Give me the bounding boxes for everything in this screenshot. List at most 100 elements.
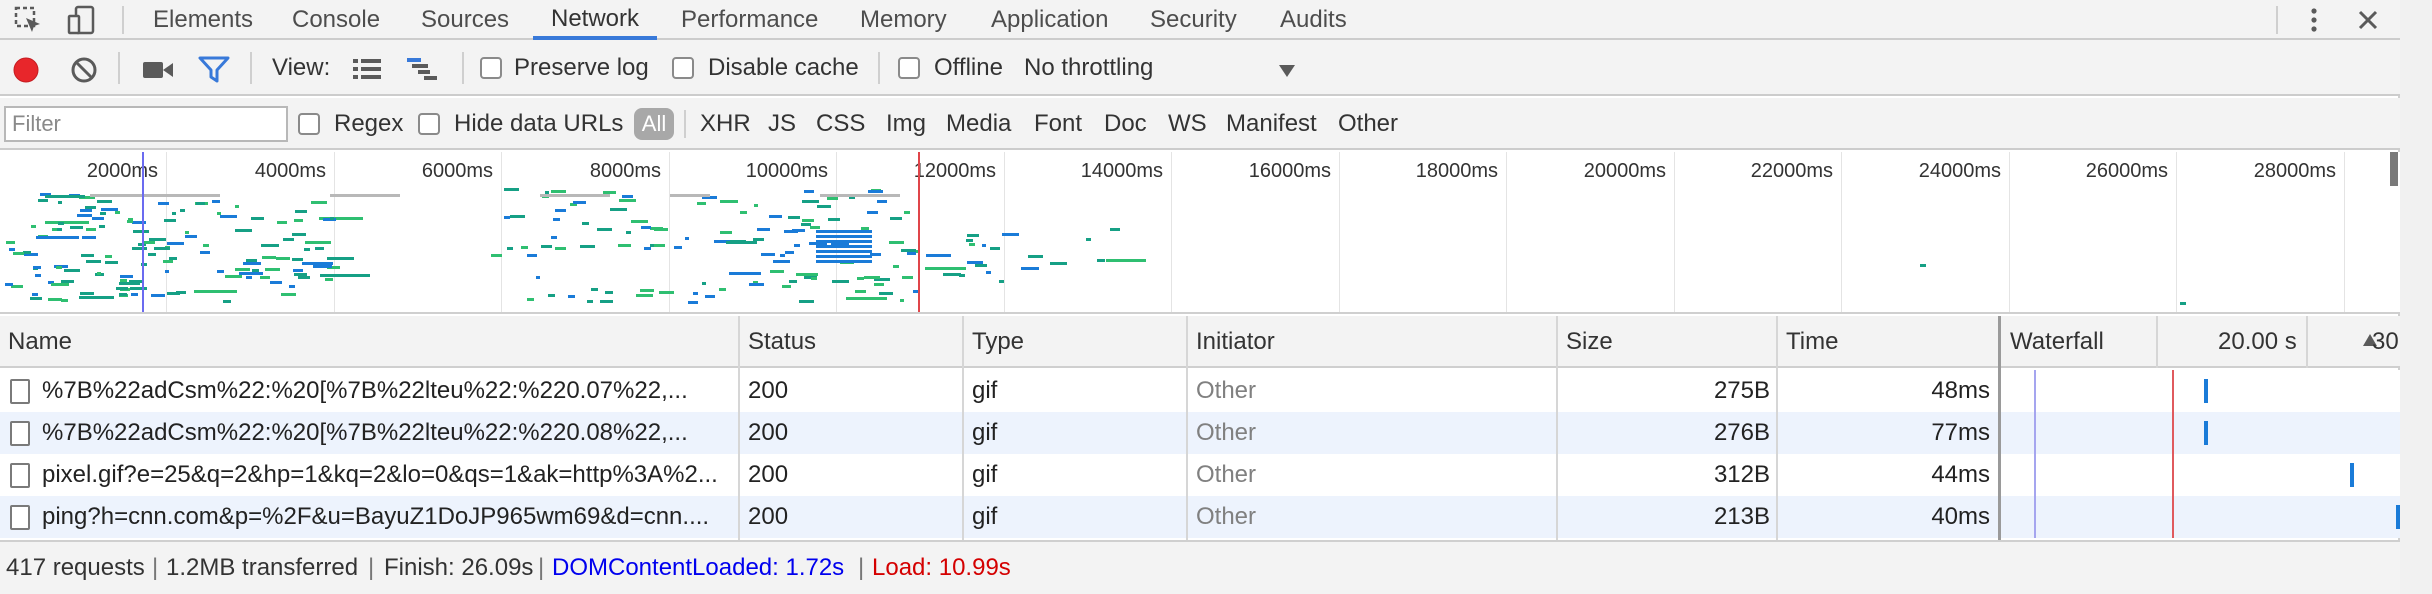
close-icon[interactable] — [2352, 4, 2384, 36]
filter-type-font[interactable]: Font — [1034, 108, 1082, 140]
overview-request-bar — [294, 219, 303, 222]
overview-request-bar — [2180, 302, 2186, 305]
large-rows-icon[interactable] — [352, 56, 382, 82]
more-options-icon[interactable] — [2298, 4, 2330, 36]
tab-network[interactable]: Network — [533, 0, 658, 40]
overview-tick-label: 20000ms — [1583, 160, 1666, 182]
overview-request-bar — [196, 202, 205, 205]
overview-request-bar — [893, 265, 899, 268]
record-icon[interactable] — [12, 56, 40, 84]
filter-icon[interactable] — [198, 56, 230, 84]
filter-type-all[interactable]: All — [634, 108, 674, 140]
request-type: gif — [972, 503, 998, 530]
request-status: 200 — [748, 419, 789, 446]
overview-request-bar — [80, 209, 92, 212]
divider — [462, 52, 464, 84]
tab-security[interactable]: Security — [1132, 0, 1255, 40]
filter-input[interactable] — [4, 106, 288, 142]
overview-request-bar — [548, 294, 555, 297]
filter-type-js[interactable]: JS — [768, 108, 796, 140]
filter-type-manifest[interactable]: Manifest — [1226, 108, 1317, 140]
hide-data-urls-checkbox[interactable] — [418, 113, 440, 135]
overview-request-bar — [816, 245, 872, 248]
regex-checkbox[interactable] — [298, 113, 320, 135]
network-overview-timeline[interactable]: 2000ms 4000ms 6000ms 8000ms 10000ms 12000ms 14… — [0, 152, 2400, 314]
overview-grid-line — [1339, 152, 1340, 312]
disable-cache-checkbox[interactable] — [672, 57, 694, 79]
overview-request-bar — [926, 254, 951, 257]
tab-elements[interactable]: Elements — [135, 0, 271, 40]
overview-request-bar — [685, 237, 689, 240]
divider: | — [858, 554, 865, 581]
overview-request-bar — [788, 216, 800, 219]
table-row[interactable]: pixel.gif?e=25&q=2&hp=1&kq=2&lo=0&qs=1&a… — [0, 454, 2400, 496]
view-label: View: — [272, 54, 331, 81]
filter-type-img[interactable]: Img — [886, 108, 926, 140]
overview-request-bar — [705, 295, 715, 298]
overview-request-bar — [13, 252, 24, 255]
overview-request-bar — [792, 229, 805, 232]
column-status[interactable]: Status — [740, 316, 816, 368]
request-name: pixel.gif?e=25&q=2&hp=1&kq=2&lo=0&qs=1&a… — [42, 461, 718, 488]
overview-request-bar — [597, 228, 612, 231]
column-name[interactable]: Name — [0, 316, 72, 368]
throttling-select[interactable]: No throttling — [1024, 54, 1153, 82]
device-toolbar-icon[interactable] — [66, 4, 98, 36]
overview-request-bar — [315, 247, 324, 250]
filter-type-css[interactable]: CSS — [816, 108, 865, 140]
tab-application[interactable]: Application — [973, 0, 1126, 40]
overview-tick-label: 24000ms — [1918, 160, 2001, 182]
overview-request-bar — [605, 291, 613, 294]
table-row[interactable]: ping?h=cnn.com&p=%2F&u=BayuZ1DoJP965wm69… — [0, 496, 2400, 538]
waterfall-load-line — [2172, 370, 2174, 412]
tab-audits[interactable]: Audits — [1262, 0, 1365, 40]
panel-tabbar: Elements Console Sources Network Perform… — [0, 0, 2400, 40]
overview-request-bar — [33, 266, 41, 269]
overview-waterfall-icon[interactable] — [406, 56, 438, 82]
tab-console[interactable]: Console — [274, 0, 398, 40]
filter-type-ws[interactable]: WS — [1168, 108, 1207, 140]
filter-type-media[interactable]: Media — [946, 108, 1011, 140]
filter-type-doc[interactable]: Doc — [1104, 108, 1147, 140]
offline-checkbox[interactable] — [898, 57, 920, 79]
request-name: ping?h=cnn.com&p=%2F&u=BayuZ1DoJP965wm69… — [42, 503, 710, 530]
overview-scroll-handle[interactable] — [2390, 152, 2398, 186]
filter-type-other[interactable]: Other — [1338, 108, 1398, 140]
overview-request-bar — [769, 215, 782, 218]
clear-icon[interactable] — [70, 56, 98, 84]
preserve-log-checkbox[interactable] — [480, 57, 502, 79]
request-time: 77ms — [1931, 419, 1990, 446]
overview-grid-line — [2344, 152, 2345, 312]
filter-type-xhr[interactable]: XHR — [700, 108, 751, 140]
column-initiator[interactable]: Initiator — [1188, 316, 1275, 368]
overview-request-bar — [81, 254, 94, 257]
overview-request-bar — [223, 300, 231, 303]
column-time[interactable]: Time — [1778, 316, 1838, 368]
tab-performance[interactable]: Performance — [663, 0, 836, 40]
overview-request-bar — [555, 209, 566, 212]
overview-request-bar — [262, 256, 276, 259]
overview-request-bar — [810, 226, 820, 229]
overview-request-bar — [641, 226, 651, 229]
table-row[interactable]: %7B%22adCsm%22:%20[%7B%22lteu%22:%220.07… — [0, 370, 2400, 412]
request-count: 417 requests — [6, 554, 145, 581]
overview-request-bar — [6, 241, 15, 244]
tab-sources[interactable]: Sources — [403, 0, 527, 40]
overview-request-bar — [1920, 264, 1926, 267]
column-waterfall[interactable]: Waterfall — [2002, 316, 2104, 368]
divider — [2276, 6, 2278, 34]
tab-memory[interactable]: Memory — [842, 0, 965, 40]
overview-request-bar — [100, 212, 106, 215]
column-type[interactable]: Type — [964, 316, 1024, 368]
request-status: 200 — [748, 503, 789, 530]
capture-screenshots-icon[interactable] — [142, 58, 174, 82]
overview-request-bar — [536, 276, 540, 279]
overview-request-bar — [1086, 238, 1091, 241]
file-icon — [10, 421, 30, 446]
column-size[interactable]: Size — [1558, 316, 1613, 368]
chevron-down-icon[interactable] — [1278, 64, 1296, 78]
disable-cache-label: Disable cache — [708, 54, 859, 81]
inspect-element-icon[interactable] — [12, 4, 44, 36]
overview-request-bar — [38, 199, 48, 202]
table-row[interactable]: %7B%22adCsm%22:%20[%7B%22lteu%22:%220.08… — [0, 412, 2400, 454]
